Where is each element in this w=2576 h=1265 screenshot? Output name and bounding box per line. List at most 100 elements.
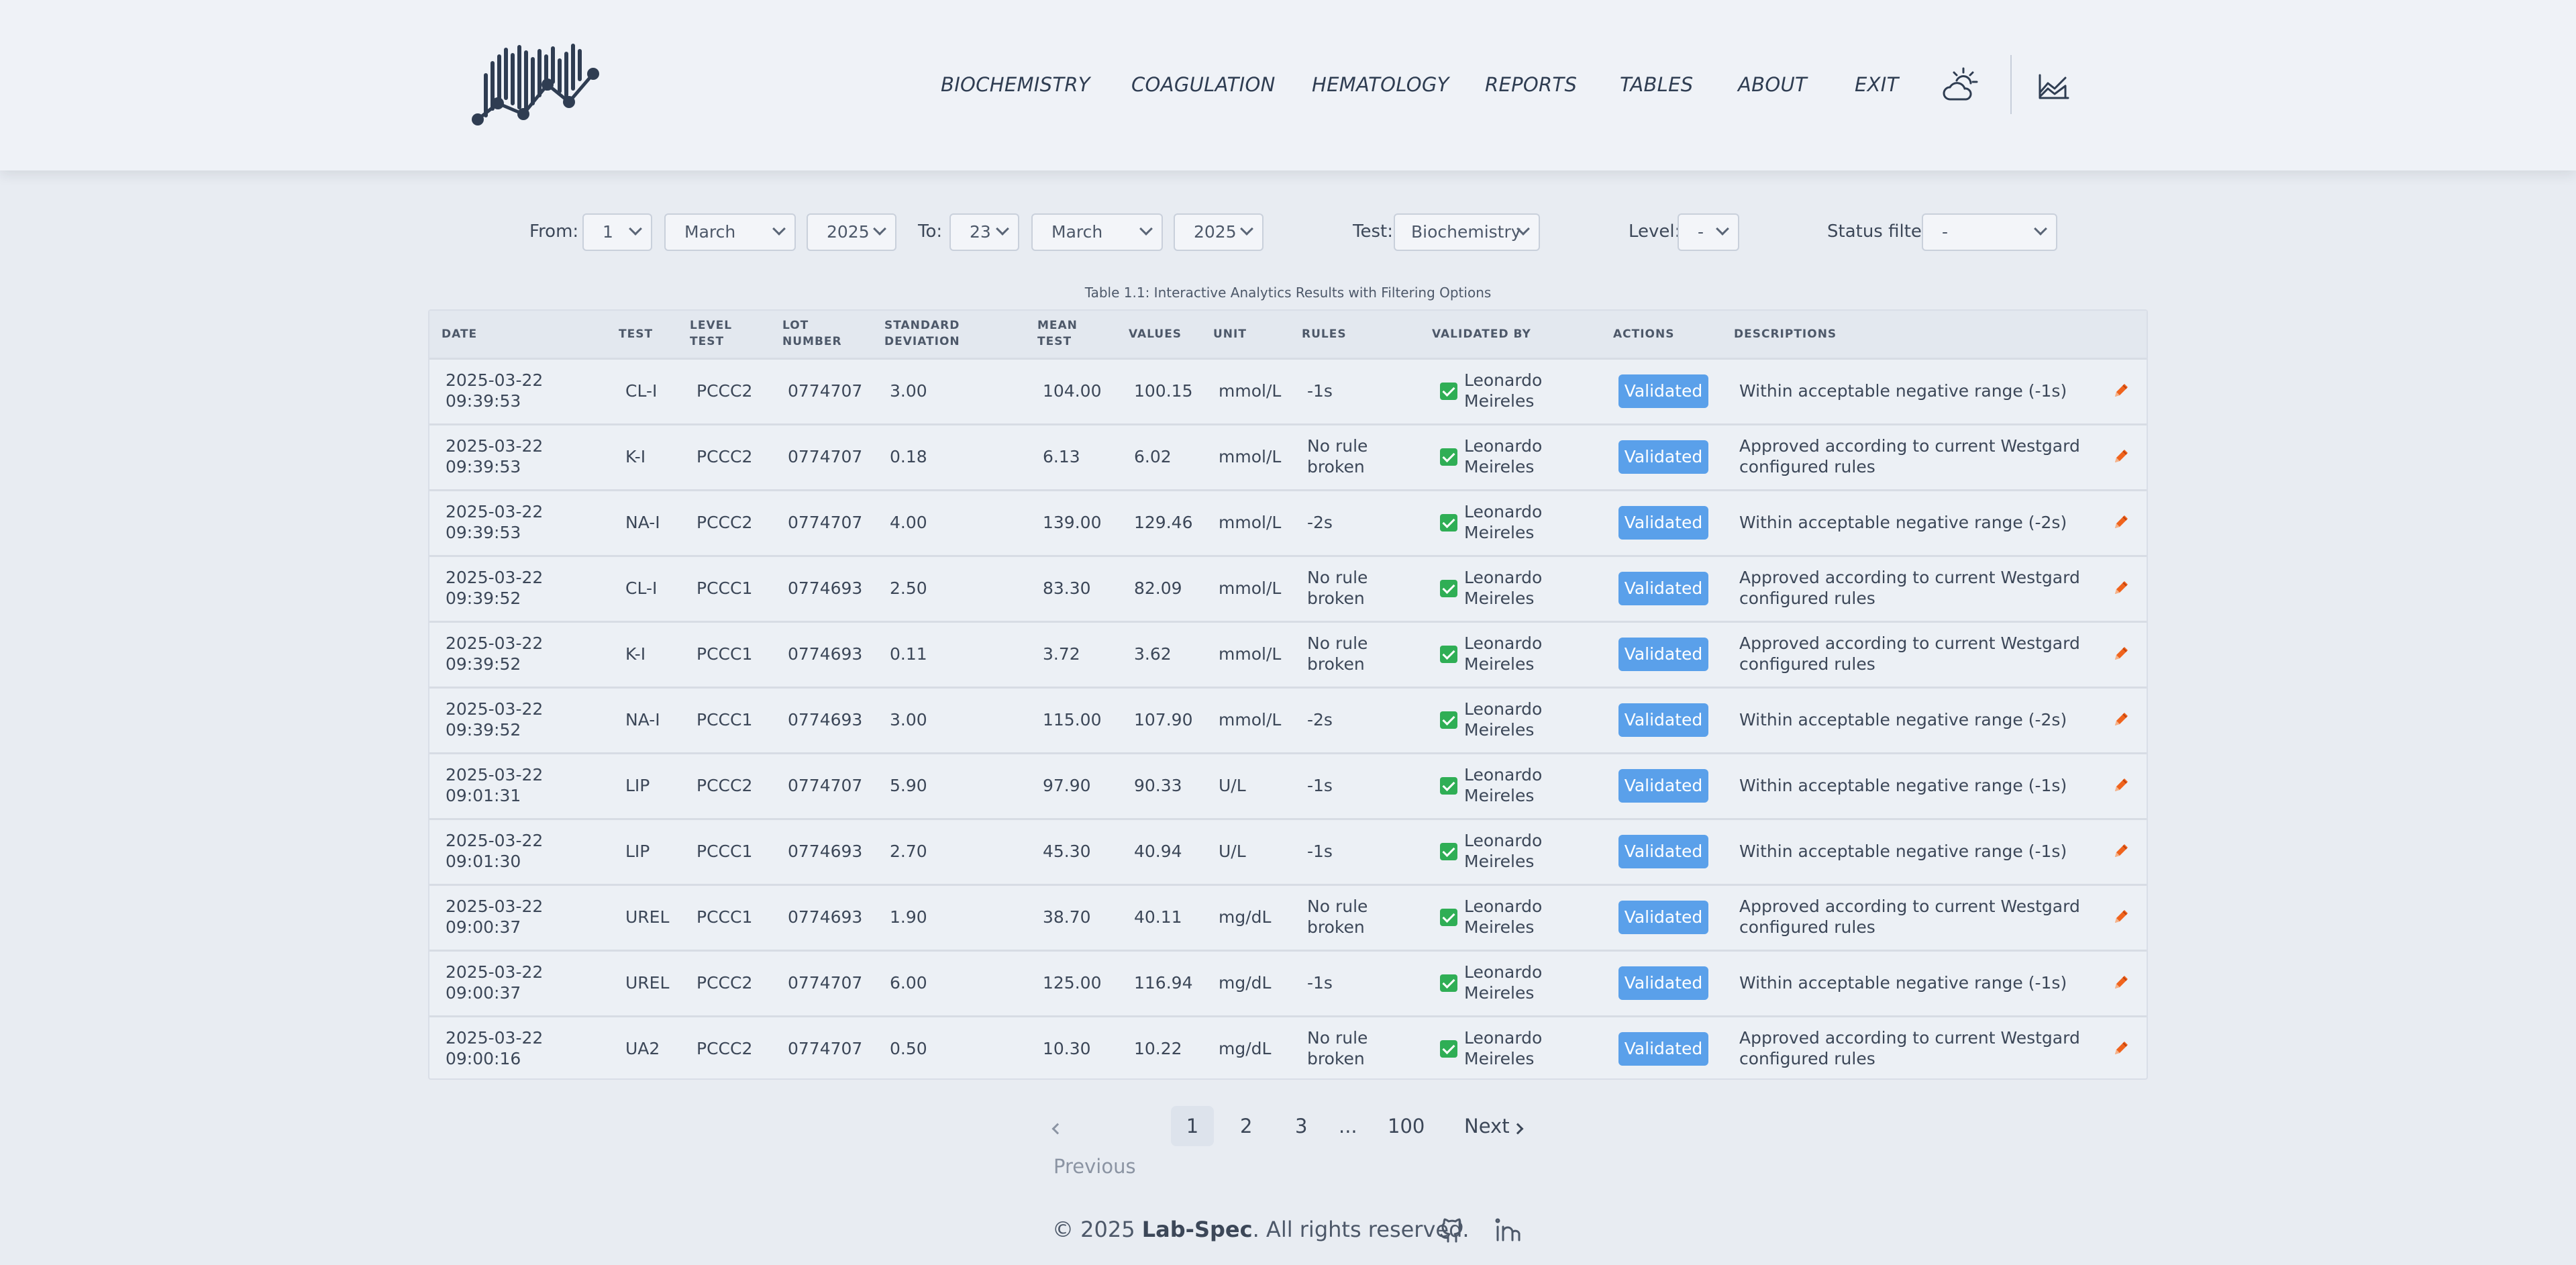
area-chart-icon[interactable] xyxy=(2033,66,2073,106)
cell-lot: 0774707 xyxy=(788,381,863,401)
cell-value: 90.33 xyxy=(1134,776,1182,795)
table-row: 2025-03-22 09:01:30 LIP PCCC1 0774693 2.70 45.… xyxy=(429,818,2147,884)
from-day-select[interactable]: 1 xyxy=(582,213,652,251)
col-test[interactable]: TEST xyxy=(619,326,653,342)
edit-pencil-icon[interactable] xyxy=(2111,1038,2131,1058)
cell-validated-by: Leonardo Meireles xyxy=(1464,764,1542,806)
to-month-value: March xyxy=(1051,222,1103,242)
cell-rule-line2: broken xyxy=(1307,589,1365,608)
from-year-select[interactable]: 2025 xyxy=(807,213,896,251)
lab-spec-logo[interactable] xyxy=(470,42,604,129)
cell-description: Approved according to current Westgard co… xyxy=(1739,896,2080,938)
to-month-select[interactable]: March xyxy=(1031,213,1163,251)
table-header: DATE TEST LEVEL TEST LOT NUMBER STANDARD DE… xyxy=(429,311,2147,358)
col-values[interactable]: VALUES xyxy=(1129,326,1182,342)
col-level-test[interactable]: LEVEL TEST xyxy=(690,317,732,350)
cell-datetime-line2: 09:00:16 xyxy=(446,1049,521,1068)
nav-hematology[interactable]: HEMATOLOGY xyxy=(1312,70,1449,99)
cell-validated-by: Leonardo Meireles xyxy=(1464,830,1542,872)
level-select[interactable]: - xyxy=(1678,213,1739,251)
validated-badge[interactable]: Validated xyxy=(1618,374,1708,408)
cell-description-line1: Approved according to current Westgard xyxy=(1739,897,2080,916)
col-validated-by[interactable]: VALIDATED BY xyxy=(1432,326,1531,342)
edit-pencil-icon[interactable] xyxy=(2111,644,2131,664)
github-icon[interactable] xyxy=(1437,1215,1467,1244)
nav-coagulation[interactable]: COAGULATION xyxy=(1131,70,1276,99)
cell-test: UREL xyxy=(625,907,670,927)
nav-reports[interactable]: REPORTS xyxy=(1485,70,1577,99)
pagination-page-100[interactable]: 100 xyxy=(1388,1106,1428,1146)
linkedin-icon[interactable] xyxy=(1492,1215,1522,1244)
col-actions[interactable]: ACTIONS xyxy=(1613,326,1674,342)
pagination-next[interactable]: Next xyxy=(1464,1106,1531,1146)
cell-test: NA-I xyxy=(625,710,660,729)
to-day-value: 23 xyxy=(970,222,991,242)
col-mean-test[interactable]: MEAN TEST xyxy=(1037,317,1078,350)
next-label: Next xyxy=(1464,1115,1510,1137)
col-unit[interactable]: UNIT xyxy=(1213,326,1247,342)
cell-lot: 0774707 xyxy=(788,776,863,795)
cell-level: PCCC1 xyxy=(697,644,753,664)
cell-validated-by-line1: Leonardo xyxy=(1464,962,1543,982)
nav-biochemistry[interactable]: BIOCHEMISTRY xyxy=(941,70,1090,99)
validated-badge[interactable]: Validated xyxy=(1618,506,1708,540)
cell-lot: 0774707 xyxy=(788,973,863,993)
edit-pencil-icon[interactable] xyxy=(2111,841,2131,861)
cell-datetime: 2025-03-22 09:39:53 xyxy=(446,370,543,411)
cell-lot: 0774707 xyxy=(788,513,863,532)
edit-pencil-icon[interactable] xyxy=(2111,512,2131,532)
validated-badge[interactable]: Validated xyxy=(1618,440,1708,474)
weather-partly-sunny-icon[interactable] xyxy=(1941,66,1981,106)
cell-mean: 38.70 xyxy=(1043,907,1091,927)
pagination-page-2[interactable]: 2 xyxy=(1240,1106,1253,1146)
cell-validated-by: Leonardo Meireles xyxy=(1464,370,1542,411)
cell-rule: No rule broken xyxy=(1307,567,1368,609)
cell-datetime-line2: 09:00:37 xyxy=(446,917,521,937)
col-rules[interactable]: RULES xyxy=(1302,326,1347,342)
pagination-page-3[interactable]: 3 xyxy=(1295,1106,1308,1146)
cell-unit: mmol/L xyxy=(1219,644,1282,664)
test-select[interactable]: Biochemistry xyxy=(1394,213,1540,251)
nav-tables[interactable]: TABLES xyxy=(1620,70,1693,99)
validated-badge[interactable]: Validated xyxy=(1618,769,1708,803)
cell-description: Within acceptable negative range (-1s) xyxy=(1739,381,2067,401)
cell-lot: 0774707 xyxy=(788,447,863,466)
cell-rule: -1s xyxy=(1307,381,1333,401)
to-year-select[interactable]: 2025 xyxy=(1174,213,1264,251)
validated-badge[interactable]: Validated xyxy=(1618,901,1708,934)
edit-pencil-icon[interactable] xyxy=(2111,907,2131,927)
col-descriptions[interactable]: DESCRIPTIONS xyxy=(1734,326,1837,342)
to-day-select[interactable]: 23 xyxy=(949,213,1019,251)
status-filter-label: Status filter: xyxy=(1827,221,1935,242)
edit-pencil-icon[interactable] xyxy=(2111,775,2131,795)
from-month-value: March xyxy=(684,222,736,242)
nav-exit[interactable]: EXIT xyxy=(1855,70,1899,99)
edit-pencil-icon[interactable] xyxy=(2111,446,2131,466)
validated-badge[interactable]: Validated xyxy=(1618,703,1708,737)
edit-pencil-icon[interactable] xyxy=(2111,709,2131,729)
cell-sd: 0.50 xyxy=(890,1039,927,1058)
cell-test: NA-I xyxy=(625,513,660,532)
cell-sd: 2.50 xyxy=(890,578,927,598)
from-month-select[interactable]: March xyxy=(664,213,796,251)
validated-badge[interactable]: Validated xyxy=(1618,1032,1708,1066)
col-lot-number[interactable]: LOT NUMBER xyxy=(782,317,842,350)
validated-badge[interactable]: Validated xyxy=(1618,966,1708,1000)
validated-badge[interactable]: Validated xyxy=(1618,835,1708,868)
edit-pencil-icon[interactable] xyxy=(2111,578,2131,598)
validated-badge[interactable]: Validated xyxy=(1618,638,1708,671)
cell-unit: mmol/L xyxy=(1219,578,1282,598)
edit-pencil-icon[interactable] xyxy=(2111,381,2131,401)
cell-lot: 0774693 xyxy=(788,710,863,729)
cell-lot: 0774693 xyxy=(788,644,863,664)
col-mean-line1: MEAN xyxy=(1037,319,1078,332)
validated-badge[interactable]: Validated xyxy=(1618,572,1708,605)
pagination-previous[interactable]: Previous xyxy=(1051,1106,1147,1178)
nav-about[interactable]: ABOUT xyxy=(1738,70,1807,99)
edit-pencil-icon[interactable] xyxy=(2111,972,2131,993)
col-date[interactable]: DATE xyxy=(442,326,477,342)
cell-validated-by-line2: Meireles xyxy=(1464,786,1535,805)
col-standard-deviation[interactable]: STANDARD DEVIATION xyxy=(884,317,960,350)
status-filter-select[interactable]: - xyxy=(1922,213,2057,251)
pagination-page-1[interactable]: 1 xyxy=(1171,1106,1214,1146)
